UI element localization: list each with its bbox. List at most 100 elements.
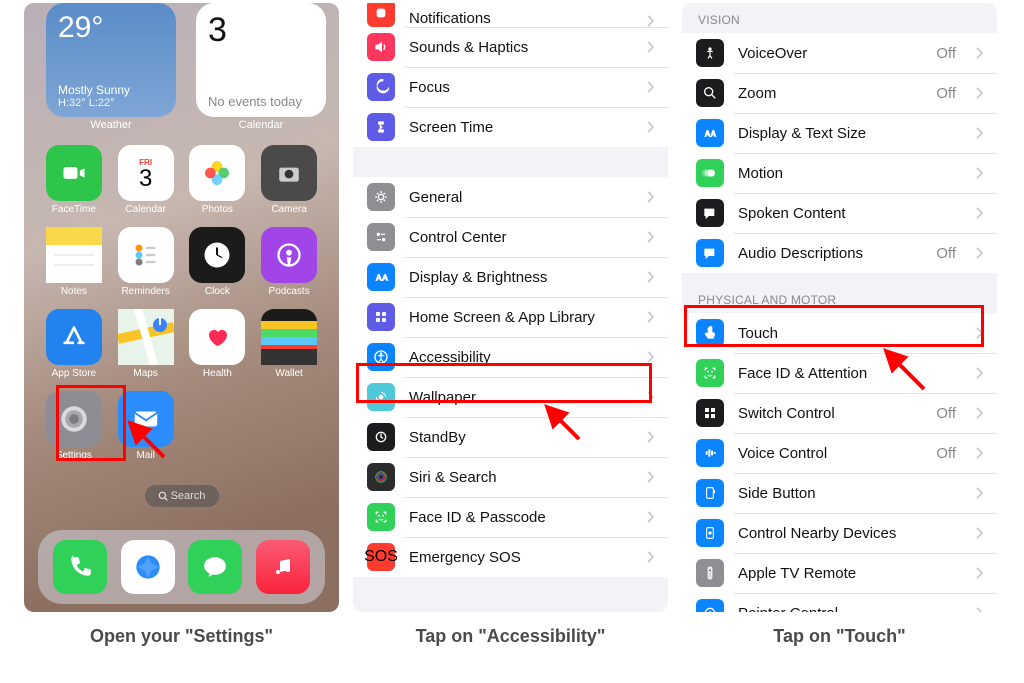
facetime-icon — [46, 145, 102, 201]
row-switchcontrol[interactable]: Switch ControlOff — [682, 393, 997, 433]
dock-messages[interactable] — [188, 540, 242, 594]
app-calendar[interactable]: FRI3Calendar — [114, 145, 178, 215]
app-mail[interactable]: Mail — [114, 391, 178, 461]
clock-icon — [189, 227, 245, 283]
row-nearby[interactable]: Control Nearby Devices — [682, 513, 997, 553]
app-maps[interactable]: Maps — [114, 309, 178, 379]
row-general[interactable]: General — [353, 177, 668, 217]
settings-icon — [46, 391, 102, 447]
app-reminders[interactable]: Reminders — [114, 227, 178, 297]
row-controlcenter[interactable]: Control Center — [353, 217, 668, 257]
row-focus[interactable]: Focus — [353, 67, 668, 107]
row-spoken[interactable]: Spoken Content — [682, 193, 997, 233]
screentime-icon — [367, 113, 395, 141]
row-motion[interactable]: Motion — [682, 153, 997, 193]
row-standby[interactable]: StandBy — [353, 417, 668, 457]
search-pill[interactable]: Search — [145, 485, 219, 507]
row-label: Display & Text Size — [738, 125, 962, 142]
app-clock[interactable]: Clock — [186, 227, 250, 297]
row-faceid[interactable]: Face ID & Passcode — [353, 497, 668, 537]
sos-icon: SOS — [367, 543, 395, 571]
row-display[interactable]: AADisplay & Brightness — [353, 257, 668, 297]
row-label: Audio Descriptions — [738, 245, 922, 262]
settings1-group1: NotificationsSounds & HapticsFocusScreen… — [353, 3, 668, 147]
app-health[interactable]: Health — [186, 309, 250, 379]
app-camera[interactable]: Camera — [257, 145, 321, 215]
voicecontrol-icon — [696, 439, 724, 467]
weather-widget[interactable]: 29° Mostly Sunny H:32° L:22° — [46, 3, 176, 117]
chevron-right-icon — [647, 311, 654, 323]
chevron-right-icon — [647, 551, 654, 563]
cal-events: No events today — [208, 94, 314, 109]
app-app-store[interactable]: App Store — [42, 309, 106, 379]
chevron-right-icon — [976, 207, 983, 219]
chevron-right-icon — [647, 391, 654, 403]
chevron-right-icon — [976, 407, 983, 419]
zoom-icon — [696, 79, 724, 107]
wallet-icon — [261, 309, 317, 365]
row-accessibility[interactable]: Accessibility — [353, 337, 668, 377]
calendar-widget[interactable]: 3 No events today — [196, 3, 326, 117]
row-zoom[interactable]: ZoomOff — [682, 73, 997, 113]
row-faceidatt[interactable]: Face ID & Attention — [682, 353, 997, 393]
audiodesc-icon — [696, 239, 724, 267]
voiceover-icon — [696, 39, 724, 67]
row-displaytext[interactable]: AADisplay & Text Size — [682, 113, 997, 153]
dock-safari[interactable] — [121, 540, 175, 594]
app-label: Health — [203, 368, 232, 379]
chevron-right-icon — [976, 127, 983, 139]
app-photos[interactable]: Photos — [186, 145, 250, 215]
chevron-right-icon — [647, 121, 654, 133]
app-label: FaceTime — [52, 204, 96, 215]
row-voicecontrol[interactable]: Voice ControlOff — [682, 433, 997, 473]
photos-icon — [189, 145, 245, 201]
weather-hl: H:32° L:22° — [58, 97, 164, 109]
row-label: VoiceOver — [738, 45, 922, 62]
chevron-right-icon — [976, 447, 983, 459]
row-label: Home Screen & App Library — [409, 309, 633, 326]
pointer-icon — [696, 599, 724, 612]
app-facetime[interactable]: FaceTime — [42, 145, 106, 215]
app-grid: FaceTime FRI3CalendarPhotos Camera NotesRem… — [24, 135, 339, 461]
controlcenter-icon — [367, 223, 395, 251]
dock-music[interactable] — [256, 540, 310, 594]
switchcontrol-icon — [696, 399, 724, 427]
row-label: Accessibility — [409, 349, 633, 366]
chevron-right-icon — [976, 167, 983, 179]
mail-icon — [118, 391, 174, 447]
chevron-right-icon — [647, 431, 654, 443]
chevron-right-icon — [647, 511, 654, 523]
row-notifications[interactable]: Notifications — [353, 3, 668, 27]
weather-widget-wrap: 29° Mostly Sunny H:32° L:22° Weather — [46, 3, 176, 131]
row-label: Side Button — [738, 485, 962, 502]
row-homescreen[interactable]: Home Screen & App Library — [353, 297, 668, 337]
app-podcasts[interactable]: Podcasts — [257, 227, 321, 297]
app-settings[interactable]: Settings — [42, 391, 106, 461]
row-voiceover[interactable]: VoiceOverOff — [682, 33, 997, 73]
row-sidebutton[interactable]: Side Button — [682, 473, 997, 513]
row-label: Control Nearby Devices — [738, 525, 962, 542]
row-label: Notifications — [409, 10, 633, 27]
widgets: 29° Mostly Sunny H:32° L:22° Weather 3 N… — [24, 3, 339, 135]
row-audiodesc[interactable]: Audio DescriptionsOff — [682, 233, 997, 273]
row-pointer[interactable]: Pointer Control — [682, 593, 997, 612]
row-atvremote[interactable]: Apple TV Remote — [682, 553, 997, 593]
row-wallpaper[interactable]: Wallpaper — [353, 377, 668, 417]
row-sounds[interactable]: Sounds & Haptics — [353, 27, 668, 67]
row-touch[interactable]: Touch — [682, 313, 997, 353]
wallpaper-icon — [367, 383, 395, 411]
podcasts-icon — [261, 227, 317, 283]
app-notes[interactable]: Notes — [42, 227, 106, 297]
settings2-group1: VoiceOverOffZoomOffAADisplay & Text Size… — [682, 33, 997, 273]
row-sos[interactable]: SOSEmergency SOS — [353, 537, 668, 577]
standby-icon — [367, 423, 395, 451]
row-screentime[interactable]: Screen Time — [353, 107, 668, 147]
accessibility-icon — [367, 343, 395, 371]
dock-phone[interactable] — [53, 540, 107, 594]
row-label: Touch — [738, 325, 962, 342]
app-label: Mail — [136, 450, 154, 461]
app-label: Camera — [271, 204, 307, 215]
row-siri[interactable]: Siri & Search — [353, 457, 668, 497]
row-label: Pointer Control — [738, 605, 962, 613]
app-wallet[interactable]: Wallet — [257, 309, 321, 379]
